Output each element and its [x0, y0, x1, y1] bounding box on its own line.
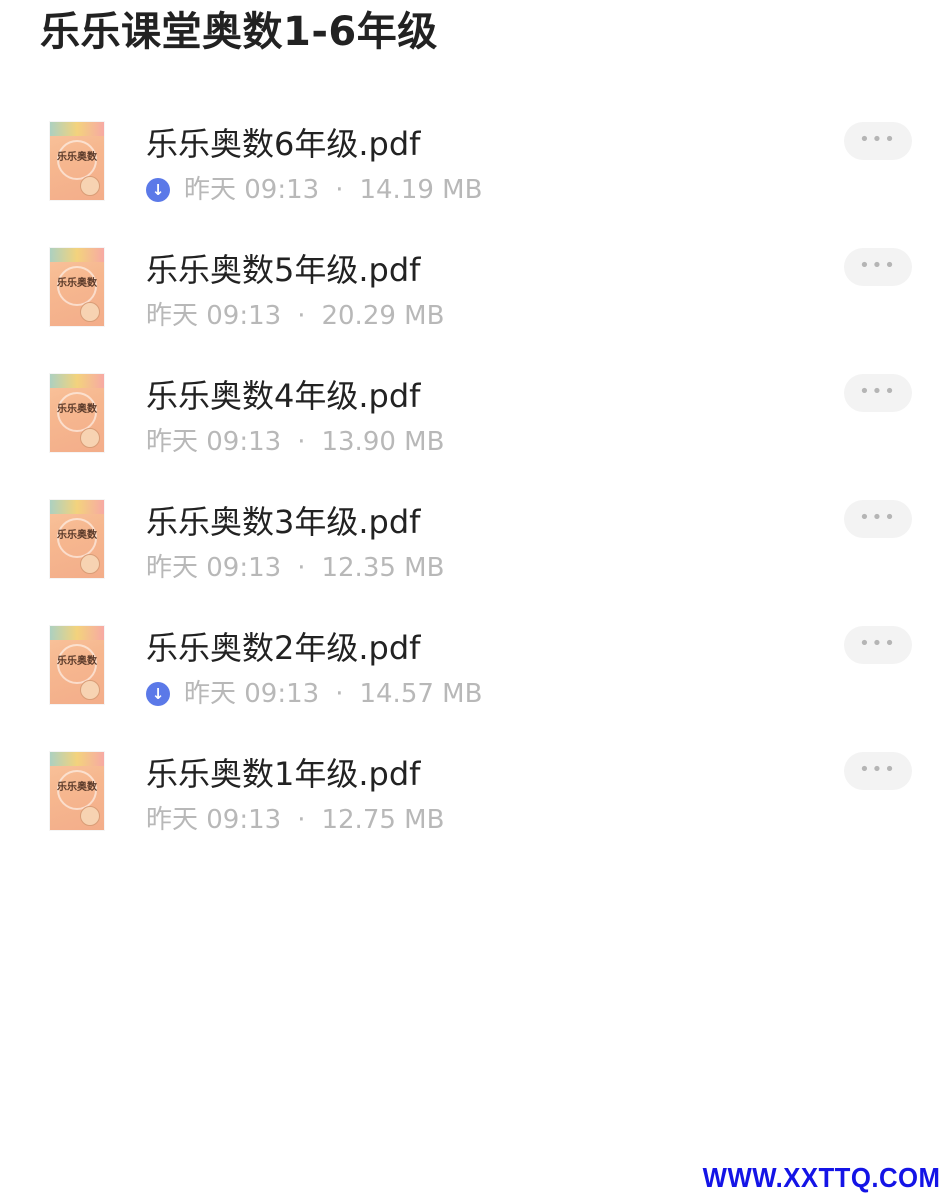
thumbnail-label: 乐乐奥数	[57, 152, 97, 163]
file-meta: 昨天 09:13 · 12.35 MB	[146, 548, 444, 588]
more-button[interactable]: •••	[844, 374, 912, 412]
download-done-icon: ↓	[146, 682, 170, 706]
pdf-thumbnail: 乐乐奥数	[50, 374, 104, 452]
more-button[interactable]: •••	[844, 626, 912, 664]
thumbnail-label: 乐乐奥数	[57, 530, 97, 541]
pdf-thumbnail: 乐乐奥数	[50, 500, 104, 578]
file-row[interactable]: 乐乐奥数 乐乐奥数5年级.pdf 昨天 09:13 · 20.29 MB •••	[0, 228, 946, 354]
file-size: 12.75 MB	[321, 805, 445, 835]
thumbnail-label: 乐乐奥数	[57, 278, 97, 289]
thumbnail-label: 乐乐奥数	[57, 782, 97, 793]
file-name[interactable]: 乐乐奥数1年级.pdf	[146, 752, 420, 796]
pdf-thumbnail: 乐乐奥数	[50, 248, 104, 326]
file-name[interactable]: 乐乐奥数5年级.pdf	[146, 248, 420, 292]
file-date: 昨天 09:13	[146, 553, 282, 583]
separator-dot: ·	[297, 427, 306, 457]
file-row[interactable]: 乐乐奥数 乐乐奥数2年级.pdf ↓ 昨天 09:13 · 14.57 MB •…	[0, 606, 946, 732]
file-row[interactable]: 乐乐奥数 乐乐奥数3年级.pdf 昨天 09:13 · 12.35 MB •••	[0, 480, 946, 606]
more-icon: •••	[859, 255, 897, 276]
file-row[interactable]: 乐乐奥数 乐乐奥数1年级.pdf 昨天 09:13 · 12.75 MB •••	[0, 732, 946, 858]
more-icon: •••	[859, 129, 897, 150]
separator-dot: ·	[297, 553, 306, 583]
watermark-text: WWW.XXTTQ.COM	[702, 1162, 940, 1193]
thumbnail-label: 乐乐奥数	[57, 656, 97, 667]
file-date: 昨天 09:13	[146, 427, 282, 457]
more-button[interactable]: •••	[844, 752, 912, 790]
file-date: 昨天 09:13	[184, 175, 320, 205]
pdf-thumbnail: 乐乐奥数	[50, 122, 104, 200]
separator-dot: ·	[335, 175, 344, 205]
separator-dot: ·	[335, 679, 344, 709]
file-row[interactable]: 乐乐奥数 乐乐奥数6年级.pdf ↓ 昨天 09:13 · 14.19 MB •…	[0, 102, 946, 228]
separator-dot: ·	[297, 301, 306, 331]
file-size: 13.90 MB	[321, 427, 445, 457]
file-meta: 昨天 09:13 · 20.29 MB	[146, 296, 444, 336]
more-icon: •••	[859, 759, 897, 780]
more-icon: •••	[859, 381, 897, 402]
file-date: 昨天 09:13	[146, 805, 282, 835]
more-icon: •••	[859, 507, 897, 528]
file-name[interactable]: 乐乐奥数6年级.pdf	[146, 122, 420, 166]
thumbnail-label: 乐乐奥数	[57, 404, 97, 415]
more-icon: •••	[859, 633, 897, 654]
file-date: 昨天 09:13	[184, 679, 320, 709]
file-name[interactable]: 乐乐奥数2年级.pdf	[146, 626, 420, 670]
more-button[interactable]: •••	[844, 500, 912, 538]
file-date: 昨天 09:13	[146, 301, 282, 331]
file-name[interactable]: 乐乐奥数4年级.pdf	[146, 374, 420, 418]
file-row[interactable]: 乐乐奥数 乐乐奥数4年级.pdf 昨天 09:13 · 13.90 MB •••	[0, 354, 946, 480]
file-meta: 昨天 09:13 · 13.90 MB	[146, 422, 444, 462]
download-done-icon: ↓	[146, 178, 170, 202]
file-meta: ↓ 昨天 09:13 · 14.19 MB	[146, 170, 482, 210]
pdf-thumbnail: 乐乐奥数	[50, 752, 104, 830]
file-size: 14.57 MB	[359, 679, 483, 709]
file-name[interactable]: 乐乐奥数3年级.pdf	[146, 500, 420, 544]
pdf-thumbnail: 乐乐奥数	[50, 626, 104, 704]
more-button[interactable]: •••	[844, 248, 912, 286]
file-size: 12.35 MB	[321, 553, 445, 583]
page-title: 乐乐课堂奥数1-6年级	[40, 9, 438, 55]
file-size: 14.19 MB	[359, 175, 483, 205]
separator-dot: ·	[297, 805, 306, 835]
file-size: 20.29 MB	[321, 301, 445, 331]
file-meta: ↓ 昨天 09:13 · 14.57 MB	[146, 674, 482, 714]
more-button[interactable]: •••	[844, 122, 912, 160]
file-list: 乐乐奥数 乐乐奥数6年级.pdf ↓ 昨天 09:13 · 14.19 MB •…	[0, 102, 946, 858]
file-meta: 昨天 09:13 · 12.75 MB	[146, 800, 444, 840]
